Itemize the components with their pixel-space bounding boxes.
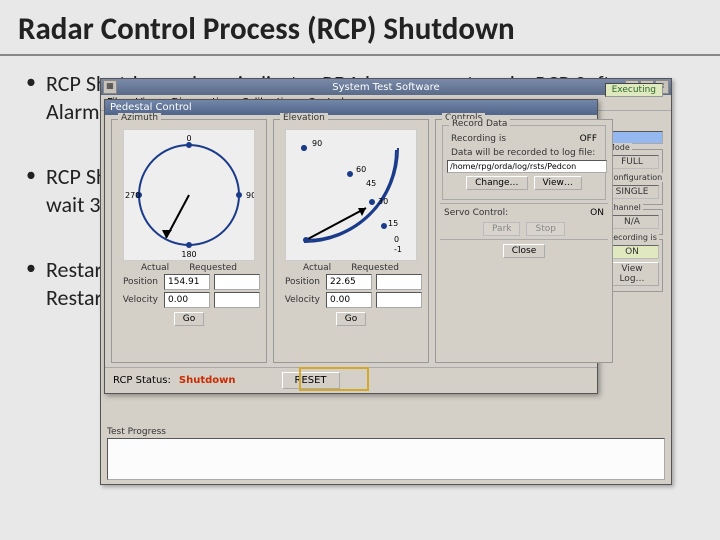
sts-titlebar: ▦ System Test Software _ ▢ ×	[101, 79, 671, 95]
az-position-requested[interactable]	[214, 274, 260, 290]
azimuth-label: Azimuth	[118, 113, 161, 123]
logfile-path: /home/rpg/orda/log/rsts/Pedcon	[447, 160, 607, 173]
az-velocity-label: Velocity	[118, 295, 160, 305]
recording-is-label: Recording is	[451, 134, 506, 144]
svg-text:90: 90	[312, 139, 322, 148]
elevation-group: Elevation	[273, 119, 429, 363]
recording-is-value[interactable]: OFF	[580, 134, 597, 144]
az-tick-0: 0	[186, 134, 191, 143]
svg-text:45: 45	[366, 179, 376, 188]
recording-label: Recording is	[606, 233, 659, 242]
close-button[interactable]: Close	[503, 244, 546, 258]
progress-box	[107, 438, 665, 480]
slide-title: Radar Control Process (RCP) Shutdown	[0, 0, 720, 54]
config-value: SINGLE	[605, 185, 659, 199]
stop-button[interactable]: Stop	[526, 222, 564, 236]
pedestal-titlebar: Pedestal Control	[105, 100, 597, 115]
park-button[interactable]: Park	[483, 222, 520, 236]
el-velocity-requested[interactable]	[376, 292, 422, 308]
rcp-status-label: RCP Status:	[113, 375, 171, 386]
executing-badge: Executing	[605, 83, 663, 97]
recording-value: ON	[605, 245, 659, 259]
servo-label: Servo Control:	[444, 208, 508, 218]
change-button[interactable]: Change…	[466, 176, 527, 190]
record-data-label: Record Data	[449, 119, 510, 129]
el-velocity-label: Velocity	[280, 295, 322, 305]
el-go-button[interactable]: Go	[336, 312, 366, 326]
status-bar: RCP Status: Shutdown RESET	[105, 367, 597, 393]
viewlog-button[interactable]: View Log…	[605, 262, 659, 286]
logfile-label: Data will be recorded to log file:	[451, 148, 597, 158]
el-position-actual: 22.65	[326, 274, 372, 290]
el-requested-header: Requested	[351, 263, 399, 273]
az-tick-90: 90	[246, 191, 254, 200]
servo-value[interactable]: ON	[590, 208, 604, 218]
svg-text:-1: -1	[394, 245, 402, 254]
pedestal-title-text: Pedestal Control	[110, 102, 192, 113]
svg-text:15: 15	[388, 219, 398, 228]
azimuth-group: Azimuth 0 90 180 270 Actual	[111, 119, 267, 363]
mode-value: FULL	[605, 155, 659, 169]
title-underline	[0, 54, 720, 56]
sts-sysmenu-icon[interactable]: ▦	[103, 80, 117, 94]
view-button[interactable]: View…	[534, 176, 582, 190]
az-velocity-actual: 0.00	[164, 292, 210, 308]
svg-text:0: 0	[394, 235, 399, 244]
az-tick-270: 270	[125, 191, 140, 200]
sts-title-text: System Test Software	[332, 82, 439, 93]
az-requested-header: Requested	[189, 263, 237, 273]
reset-button[interactable]: RESET	[282, 372, 340, 389]
rcp-status-value: Shutdown	[179, 375, 236, 386]
az-tick-180: 180	[181, 250, 196, 259]
svg-text:60: 60	[356, 165, 366, 174]
elevation-dial: 90 60 45 30 15 0 -1	[285, 129, 417, 261]
divider	[440, 203, 608, 204]
record-data-group: Record Data Recording is OFF Data will b…	[442, 125, 606, 200]
config-label: Configuration	[606, 173, 664, 182]
az-position-label: Position	[118, 277, 160, 287]
divider-2	[440, 239, 608, 240]
azimuth-dial: 0 90 180 270	[123, 129, 255, 261]
svg-text:30: 30	[378, 197, 388, 206]
pedestal-window: Pedestal Control Azimuth 0 90 180 270	[104, 99, 598, 394]
el-position-label: Position	[280, 277, 322, 287]
az-position-actual: 154.91	[164, 274, 210, 290]
progress-label: Test Progress	[107, 427, 665, 437]
az-go-button[interactable]: Go	[174, 312, 204, 326]
elevation-label: Elevation	[280, 113, 328, 123]
el-actual-header: Actual	[303, 263, 331, 273]
az-velocity-requested[interactable]	[214, 292, 260, 308]
az-actual-header: Actual	[141, 263, 169, 273]
el-velocity-actual: 0.00	[326, 292, 372, 308]
channel-value: N/A	[605, 215, 659, 229]
controls-group: Controls Record Data Recording is OFF Da…	[435, 119, 613, 363]
el-position-requested[interactable]	[376, 274, 422, 290]
